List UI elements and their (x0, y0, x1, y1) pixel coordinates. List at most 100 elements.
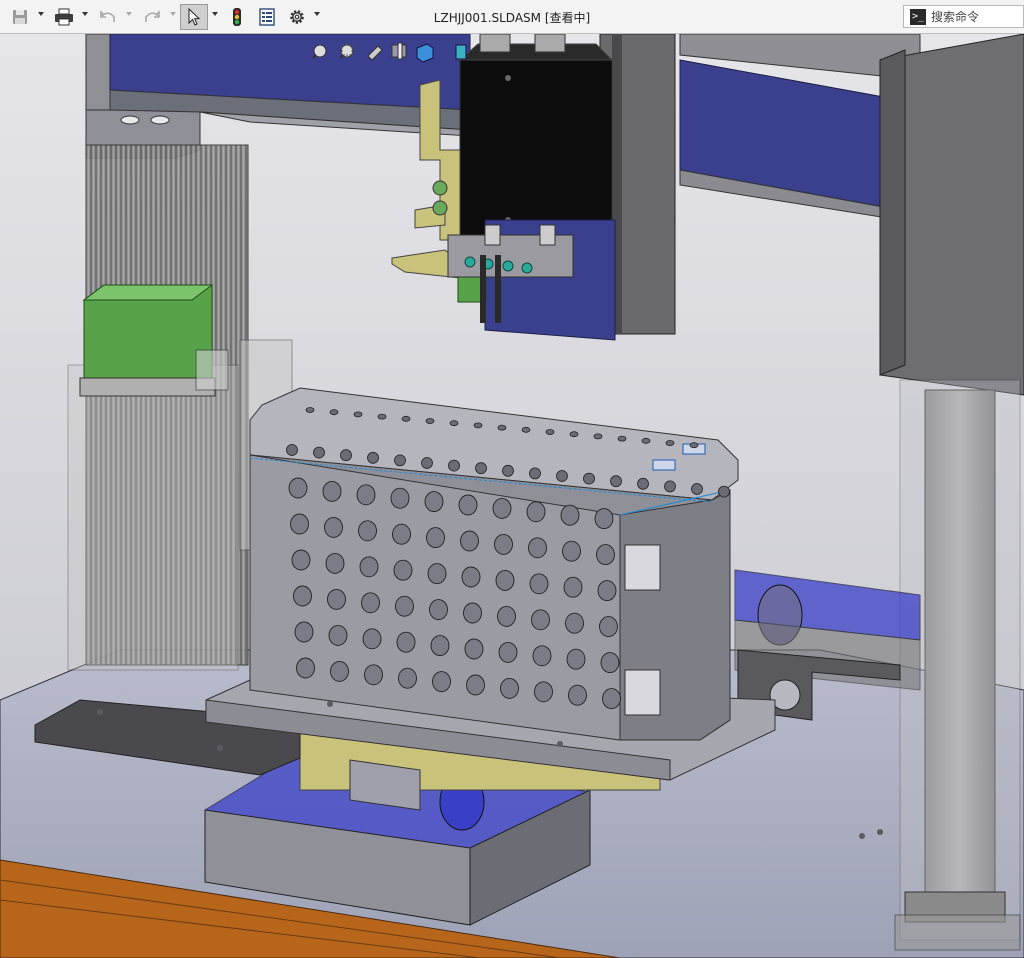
vent-hole (296, 657, 315, 679)
redo-dropdown-arrow[interactable] (170, 12, 176, 16)
top-hole (691, 483, 703, 495)
save-button[interactable] (8, 4, 32, 30)
vent-hole (427, 563, 447, 585)
top-hole (569, 431, 579, 438)
vent-hole (563, 576, 583, 598)
dispensing-head-body (459, 59, 613, 236)
top-hole (425, 418, 435, 424)
undo-button[interactable] (96, 4, 120, 30)
vent-hole (500, 677, 519, 699)
top-hole (545, 429, 555, 435)
vent-hole (325, 552, 345, 574)
vent-hole (458, 494, 478, 516)
vent-hole (529, 573, 549, 595)
print-button[interactable] (52, 4, 76, 30)
options-dropdown-arrow[interactable] (314, 12, 320, 16)
select-dropdown-arrow[interactable] (212, 12, 218, 16)
vent-hole (531, 609, 550, 631)
top-hole (521, 426, 531, 433)
section-view-icon[interactable] (391, 42, 407, 60)
top-hole (340, 449, 352, 462)
vent-hole (492, 497, 512, 519)
redo-icon (145, 10, 160, 22)
rebuild-traffic-light-icon (233, 8, 241, 26)
top-hole (353, 411, 363, 418)
assembly-model-view[interactable] (0, 34, 1024, 958)
vent-hole (602, 688, 621, 710)
command-prompt-icon: >_ (910, 8, 926, 25)
vent-hole (528, 537, 547, 559)
vent-hole (396, 631, 416, 653)
top-hole (394, 454, 406, 467)
perforated-power-supply (249, 387, 739, 741)
top-hole (367, 451, 379, 464)
search-commands-input[interactable] (931, 9, 1017, 24)
vent-hole (364, 664, 383, 686)
vent-hole (466, 674, 485, 696)
top-hole (593, 433, 603, 440)
vent-hole (596, 544, 615, 566)
vent-hole (594, 508, 614, 530)
title-bar: LZHJJ001.SLDASM [查看中] >_ (0, 0, 1024, 34)
display-style-icon[interactable] (455, 44, 467, 60)
vent-hole (562, 540, 581, 562)
vent-hole (497, 605, 516, 627)
options-gear-icon (290, 10, 304, 24)
vent-hole (597, 580, 617, 602)
top-hole (610, 475, 622, 488)
top-hole (502, 464, 514, 477)
options-button[interactable] (285, 4, 309, 30)
rebuild-button[interactable] (226, 4, 248, 30)
top-hole (329, 409, 339, 416)
vent-hole (358, 520, 377, 542)
vent-hole (293, 585, 312, 607)
green-motor-block (83, 284, 213, 393)
file-properties-button[interactable] (255, 4, 279, 30)
top-hole (529, 467, 541, 480)
vent-hole (294, 621, 314, 643)
vent-hole (392, 523, 411, 545)
top-hole (305, 407, 315, 413)
print-icon (55, 8, 73, 26)
top-hole (448, 459, 460, 472)
view-orientation-icon[interactable] (416, 43, 434, 63)
vent-hole (424, 491, 444, 513)
search-commands-box[interactable]: >_ (903, 5, 1024, 28)
vent-hole (324, 516, 343, 538)
zoom-to-area-icon[interactable] (339, 44, 354, 59)
top-hole (665, 440, 675, 446)
top-hole (641, 437, 651, 444)
top-hole (377, 413, 387, 420)
vent-hole (495, 569, 515, 591)
vent-hole (464, 638, 484, 660)
vent-hole (432, 671, 451, 693)
vent-hole (356, 484, 376, 506)
top-hole (421, 457, 433, 469)
vent-hole (395, 595, 414, 617)
save-dropdown-arrow[interactable] (38, 12, 44, 16)
select-arrow-icon (188, 8, 201, 26)
vent-hole (460, 530, 479, 552)
top-hole (689, 442, 699, 449)
vent-hole (568, 684, 587, 706)
print-dropdown-arrow[interactable] (82, 12, 88, 16)
vent-hole (565, 612, 584, 634)
undo-dropdown-arrow[interactable] (126, 12, 132, 16)
vent-hole (600, 652, 620, 674)
vent-hole (362, 628, 382, 650)
graphics-viewport[interactable] (0, 34, 1024, 958)
undo-icon (100, 10, 115, 22)
select-button[interactable] (180, 4, 208, 30)
vent-hole (290, 513, 309, 535)
vent-hole (526, 501, 546, 523)
redo-button[interactable] (140, 4, 164, 30)
vent-hole (566, 648, 586, 670)
top-hole (475, 462, 487, 475)
vent-hole (463, 602, 482, 624)
top-hole (401, 415, 411, 422)
vent-hole (532, 645, 552, 667)
top-hole (637, 477, 649, 490)
vent-hole (429, 599, 448, 621)
top-hole (664, 480, 676, 493)
zoom-to-fit-icon[interactable] (312, 44, 327, 59)
